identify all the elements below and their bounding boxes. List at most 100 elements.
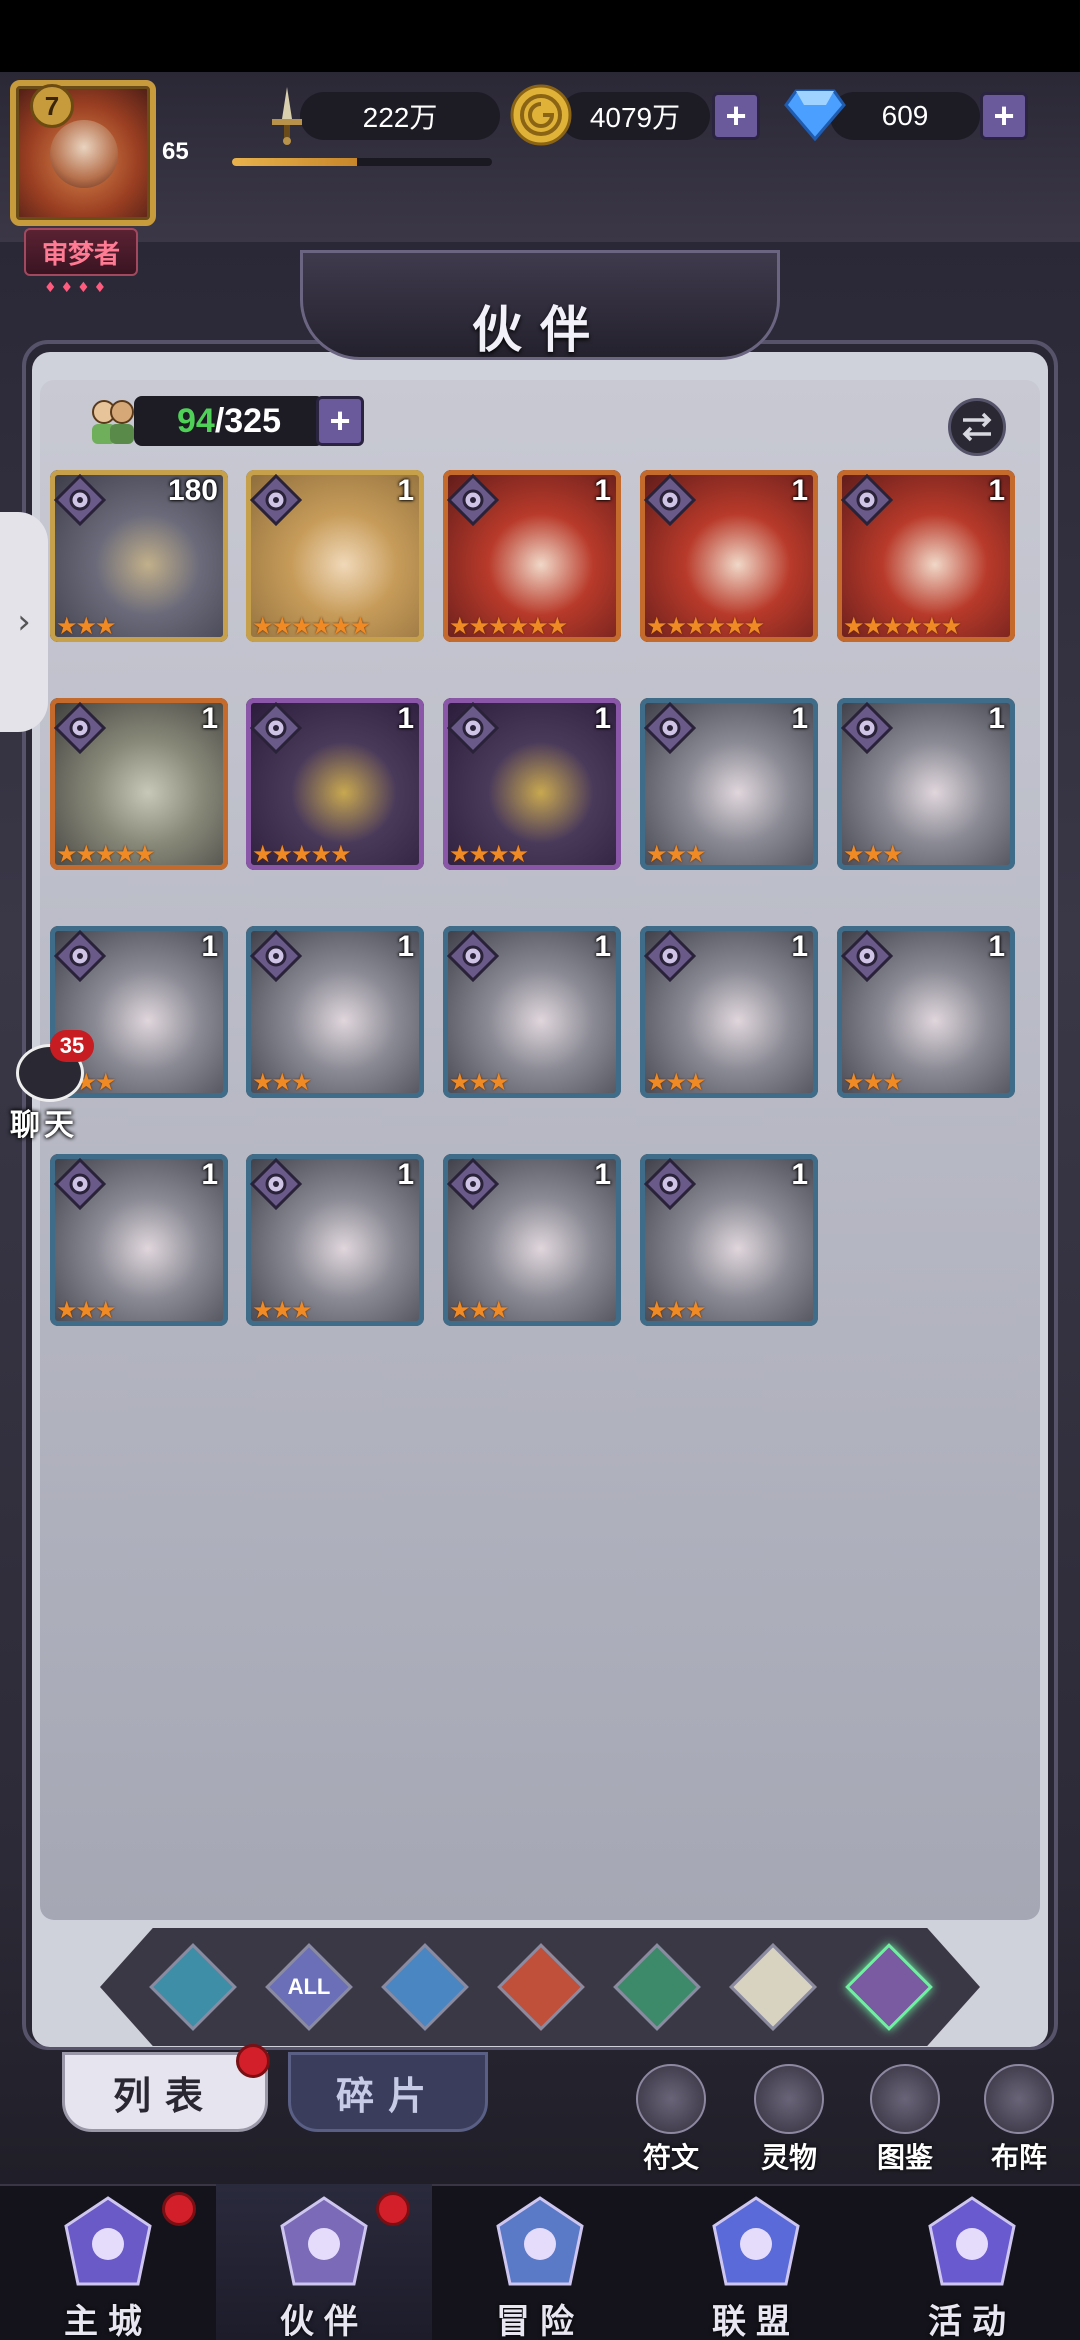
filter-light[interactable]: [729, 1943, 817, 2031]
codex-icon: [870, 2064, 940, 2134]
hero-level: 1: [791, 474, 808, 507]
hero-card[interactable]: 1 ★★★: [640, 698, 818, 870]
faction-icon: [54, 930, 106, 982]
hero-level: 1: [988, 474, 1005, 507]
hero-level: 1: [201, 702, 218, 735]
hero-level: 1: [791, 1158, 808, 1191]
swap-arrows-icon: [962, 412, 992, 442]
hero-stars: ★★★★★★: [449, 612, 568, 640]
filter-wind-icon: [613, 1943, 701, 2031]
filter-light-icon: [729, 1943, 817, 2031]
side-button-label: 图鉴: [876, 2141, 933, 2174]
hero-stars: ★★★: [843, 1068, 904, 1096]
filter-faction-1[interactable]: [149, 1943, 237, 2031]
hero-level: 1: [594, 1158, 611, 1191]
avatar-portrait: [50, 120, 118, 188]
hero-card[interactable]: 1 ★★★: [246, 926, 424, 1098]
faction-icon: [841, 930, 893, 982]
diamond-icon: [782, 82, 848, 148]
hero-level: 1: [397, 1158, 414, 1191]
expand-capacity-button[interactable]: +: [316, 396, 364, 446]
hero-stars: ★★★: [56, 1296, 117, 1324]
nav-event[interactable]: 活动: [864, 2184, 1080, 2340]
hero-level: 1: [594, 474, 611, 507]
faction-icon: [54, 1158, 106, 1210]
hero-card[interactable]: 1 ★★★★★: [246, 698, 424, 870]
nav-adventure[interactable]: 冒险: [432, 2184, 648, 2340]
capacity-current: 94: [176, 401, 215, 440]
hero-level: 180: [167, 474, 218, 507]
hero-level: 1: [397, 930, 414, 963]
hero-stars: ★★★★★★: [646, 612, 765, 640]
side-button-1[interactable]: 灵物: [744, 2064, 834, 2174]
hero-card[interactable]: 1 ★★★: [640, 926, 818, 1098]
hero-card[interactable]: 1 ★★★: [837, 926, 1015, 1098]
party-members-icon: [92, 400, 134, 444]
hero-card[interactable]: 1 ★★★★★★: [640, 470, 818, 642]
hero-stars: ★★★: [843, 840, 904, 868]
side-button-label: 灵物: [760, 2141, 817, 2174]
nav-alliance[interactable]: 联盟: [648, 2184, 864, 2340]
faction-icon: [54, 702, 106, 754]
filter-fire[interactable]: [497, 1943, 585, 2031]
exp-bar: [232, 158, 492, 166]
hero-level: 1: [791, 930, 808, 963]
nav-label: 主城: [64, 2302, 152, 2340]
gold-coin-icon: [508, 82, 574, 148]
exp-fill: [232, 158, 357, 166]
hero-stars: ★★★★★: [252, 840, 352, 868]
side-button-label: 布阵: [990, 2141, 1047, 2174]
hero-stars: ★★★: [56, 612, 117, 640]
side-button-0[interactable]: 符文: [626, 2064, 716, 2174]
hero-stars: ★★★: [252, 1296, 313, 1324]
hero-card[interactable]: 1 ★★★★★★: [443, 470, 621, 642]
hero-stars: ★★★: [252, 1068, 313, 1096]
faction-icon: [250, 474, 302, 526]
sort-swap-button[interactable]: [948, 398, 1006, 456]
hero-stars: ★★★★★: [56, 840, 156, 868]
hero-card[interactable]: 1 ★★★: [246, 1154, 424, 1326]
nav-badge: [162, 2192, 196, 2226]
hero-stars: ★★★: [449, 1068, 510, 1096]
nav-badge: [376, 2192, 410, 2226]
filter-all[interactable]: ALL: [265, 1943, 353, 2031]
nav-partner[interactable]: 伙伴: [216, 2184, 432, 2340]
add-gem-button[interactable]: +: [980, 92, 1028, 140]
status-bar: [0, 0, 1080, 72]
chat-button[interactable]: 35 聊天: [10, 1030, 94, 1143]
hero-card[interactable]: 1 ★★★: [837, 698, 1015, 870]
filter-wind[interactable]: [613, 1943, 701, 2031]
hero-card[interactable]: 1 ★★★: [443, 1154, 621, 1326]
hero-level: 1: [201, 930, 218, 963]
hero-card[interactable]: 1 ★★★: [443, 926, 621, 1098]
hero-card[interactable]: 180 ★★★: [50, 470, 228, 642]
filter-dark[interactable]: [845, 1943, 933, 2031]
player-title[interactable]: 审梦者: [24, 228, 138, 276]
filter-dark-icon: [845, 1943, 933, 2031]
hero-card[interactable]: 1 ★★★★★: [50, 698, 228, 870]
filter-water-icon: [381, 1943, 469, 2031]
side-drawer-handle[interactable]: ›: [0, 512, 48, 732]
side-button-2[interactable]: 图鉴: [860, 2064, 950, 2174]
hero-level: 1: [594, 930, 611, 963]
hero-card[interactable]: 1 ★★★★: [443, 698, 621, 870]
faction-icon: [250, 1158, 302, 1210]
faction-icon: [54, 474, 106, 526]
hero-card[interactable]: 1 ★★★★★★: [837, 470, 1015, 642]
tab-fragments[interactable]: 碎片: [288, 2052, 488, 2132]
nav-label: 联盟: [712, 2302, 800, 2340]
hero-card[interactable]: 1 ★★★: [640, 1154, 818, 1326]
power-display: 222万: [300, 92, 500, 140]
hero-stars: ★★★★★★: [843, 612, 962, 640]
add-gold-button[interactable]: +: [712, 92, 760, 140]
nav-castle[interactable]: 主城: [0, 2184, 216, 2340]
hero-card[interactable]: 1 ★★★: [50, 1154, 228, 1326]
chevron-right-icon: ›: [17, 602, 31, 642]
hero-level: 1: [988, 702, 1005, 735]
faction-icon: [250, 930, 302, 982]
player-level: 65: [162, 138, 189, 165]
hero-card[interactable]: 1 ★★★★★★: [246, 470, 424, 642]
gem-display: 609: [830, 92, 980, 140]
filter-water[interactable]: [381, 1943, 469, 2031]
side-button-3[interactable]: 布阵: [974, 2064, 1064, 2174]
